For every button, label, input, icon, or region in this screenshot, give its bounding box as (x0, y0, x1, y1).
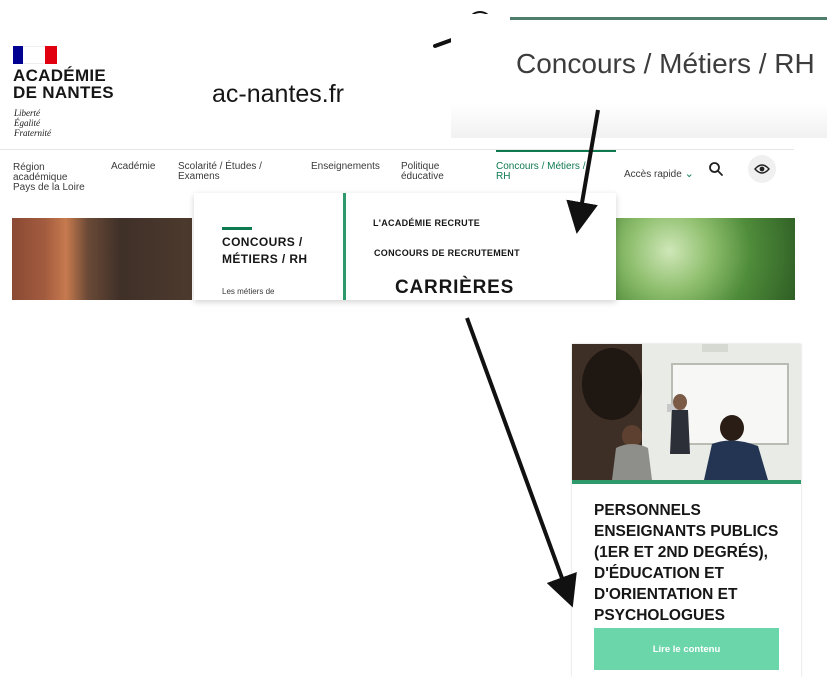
classroom-illustration (572, 344, 801, 480)
menu-link-metiers[interactable]: Les métiers de (222, 287, 274, 296)
menu-item-carrieres[interactable]: CARRIÈRES (395, 277, 514, 299)
site-name: ac-nantes.fr (212, 80, 345, 108)
quick-access-menu[interactable]: Accès rapide ⌄ (624, 167, 694, 180)
nav-item-politique[interactable]: Politique éducative (401, 162, 444, 182)
title-accent-line (510, 17, 827, 20)
read-content-button[interactable]: Lire le contenu (594, 628, 779, 670)
republic-motto: Liberté Égalité Fraternité (14, 108, 51, 138)
nav-item-academie[interactable]: Académie (111, 162, 155, 172)
arrow-to-card (465, 317, 577, 608)
card-image-classroom (572, 344, 801, 480)
nav-item-concours[interactable]: Concours / Métiers / RH (496, 162, 585, 182)
nav-item-region[interactable]: Région académique Pays de la Loire (13, 163, 85, 193)
french-republic-flag-icon (13, 46, 57, 64)
card-title[interactable]: PERSONNELS ENSEIGNANTS PUBLICS (1ER ET 2… (594, 500, 794, 626)
card-accent-bar (572, 480, 801, 484)
menu-item-concours-recrutement[interactable]: CONCOURS DE RECRUTEMENT (374, 248, 520, 258)
eye-icon (754, 164, 770, 174)
chevron-down-icon: ⌄ (684, 168, 694, 180)
active-nav-indicator (496, 150, 616, 152)
search-button[interactable] (702, 155, 730, 183)
menu-heading[interactable]: CONCOURS / MÉTIERS / RH (222, 234, 307, 268)
page-title: Concours / Métiers / RH (516, 48, 815, 79)
nav-item-scolarite[interactable]: Scolarité / Études / Examens (178, 162, 262, 182)
quick-access-label: Accès rapide (624, 169, 682, 180)
hero-image-right (616, 218, 795, 300)
academy-name[interactable]: ACADÉMIE DE NANTES (13, 67, 114, 101)
accessibility-button[interactable] (748, 155, 776, 183)
menu-item-academie-recrute[interactable]: L'ACADÉMIE RECRUTE (373, 218, 480, 228)
nav-divider (0, 149, 794, 150)
menu-heading-accent (222, 227, 252, 230)
menu-divider (343, 193, 346, 300)
hero-image-left (12, 218, 192, 300)
search-icon (709, 162, 723, 176)
nav-item-enseignements[interactable]: Enseignements (311, 162, 380, 172)
